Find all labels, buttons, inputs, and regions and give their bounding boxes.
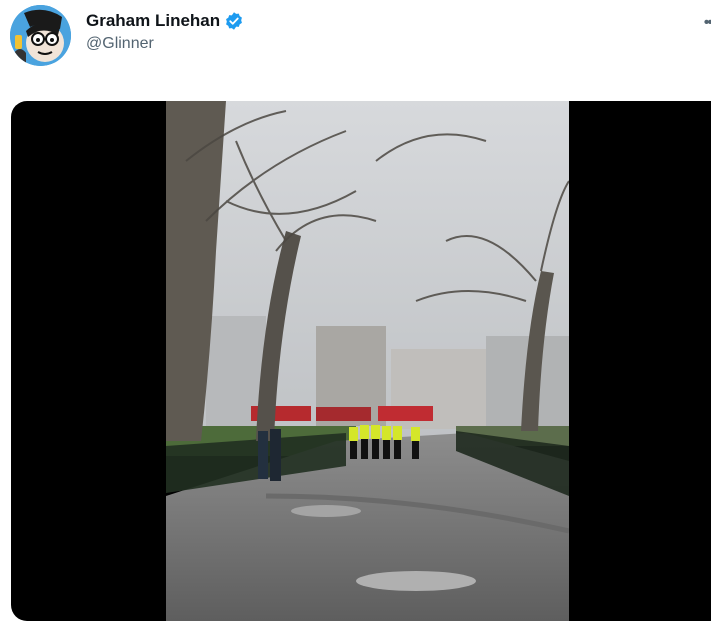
handle[interactable]: @Glinner xyxy=(86,35,154,53)
more-horizontal-icon[interactable]: •• xyxy=(704,14,711,32)
verified-badge-icon xyxy=(224,11,244,31)
video-player[interactable] xyxy=(11,101,711,621)
avatar[interactable] xyxy=(10,5,71,66)
avatar-cartoon-icon xyxy=(10,5,71,66)
video-frame xyxy=(166,101,569,621)
display-name[interactable]: Graham Linehan xyxy=(86,11,220,31)
